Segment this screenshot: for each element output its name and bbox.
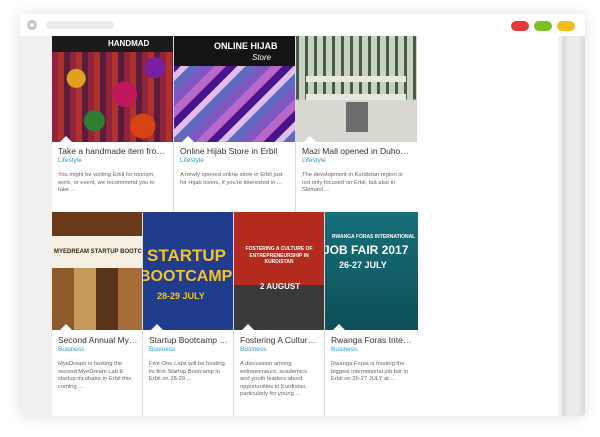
vertical-scrollbar[interactable]	[562, 36, 585, 416]
thumbnail-caption-line2: BOOTCAMP	[143, 268, 233, 285]
article-card[interactable]: RWANGA FORAS INTERNATIONAL JOB FAIR 2017…	[325, 212, 418, 416]
article-title[interactable]: Mazi Mall opened in Duhok, Ku...	[302, 146, 413, 156]
article-title[interactable]: Online Hijab Store in Erbil	[180, 146, 291, 156]
article-thumbnail[interactable]	[296, 36, 417, 142]
thumbnail-caption: FOSTERING A CULTURE OF ENTREPRENEURSHIP …	[245, 246, 313, 265]
article-card[interactable]: MYEDREAM STARTUP BOOTC Second Annual Mye…	[52, 212, 142, 416]
card-notch	[60, 324, 72, 330]
thumbnail-subcaption: 26-27 JULY	[339, 260, 387, 270]
thumbnail-caption-line2: JOB FAIR 2017	[325, 243, 409, 257]
article-thumbnail[interactable]: RWANGA FORAS INTERNATIONAL JOB FAIR 2017…	[325, 212, 418, 330]
article-card[interactable]: Mazi Mall opened in Duhok, Ku... Lifesty…	[296, 36, 417, 212]
article-title[interactable]: Take a handmade item from Er...	[58, 146, 169, 156]
article-category[interactable]: Lifestyle	[180, 157, 204, 164]
article-card[interactable]: FOSTERING A CULTURE OF ENTREPRENEURSHIP …	[234, 212, 324, 416]
article-card[interactable]: HANDMAD Take a handmade item from Er... …	[52, 36, 173, 212]
article-title[interactable]: Fostering A Culture of...	[240, 335, 320, 345]
article-thumbnail[interactable]: STARTUP BOOTCAMP 28-29 JULY	[143, 212, 233, 330]
article-description: Five One Labs will be hosting its first …	[149, 361, 225, 383]
browser-viewport: HANDMAD Take a handmade item from Er... …	[20, 36, 585, 416]
card-notch	[151, 324, 163, 330]
article-category[interactable]: Business	[58, 346, 84, 353]
maximize-control[interactable]	[534, 21, 552, 31]
article-description: MyeDream is hosting the second MyeDream …	[58, 361, 132, 390]
article-card[interactable]: ONLINE HIJAB Store Online Hijab Store in…	[174, 36, 295, 212]
article-description: You might be visiting Erbil for tourism,…	[58, 172, 155, 194]
thumbnail-subcaption: Store	[252, 53, 272, 62]
card-notch	[242, 324, 254, 330]
article-description: A discussion among entrepreneurs, academ…	[240, 361, 308, 398]
article-category[interactable]: Business	[240, 346, 266, 353]
article-description: The development in Kurdistan region is n…	[302, 172, 403, 194]
browser-window: HANDMAD Take a handmade item from Er... …	[20, 14, 585, 416]
article-category[interactable]: Lifestyle	[58, 157, 82, 164]
thumbnail-caption: RWANGA FORAS INTERNATIONAL	[332, 234, 416, 240]
article-title[interactable]: Rwanga Foras Interna...	[331, 335, 414, 345]
thumbnail-caption: STARTUP	[147, 246, 227, 265]
article-thumbnail[interactable]: HANDMAD	[52, 36, 173, 142]
article-title[interactable]: Startup Bootcamp 28-...	[149, 335, 229, 345]
article-category[interactable]: Business	[149, 346, 175, 353]
thumbnail-caption: ONLINE HIJAB	[214, 41, 278, 51]
thumbnail-subcaption: 2 AUGUST	[260, 282, 301, 291]
article-thumbnail[interactable]: MYEDREAM STARTUP BOOTC	[52, 212, 142, 330]
close-control[interactable]	[511, 21, 529, 31]
card-notch	[182, 136, 194, 142]
article-title[interactable]: Second Annual Myedr...	[58, 335, 138, 345]
card-notch	[304, 136, 316, 142]
thumbnail-caption: HANDMAD	[108, 39, 150, 48]
article-card[interactable]: STARTUP BOOTCAMP 28-29 JULY Startup Boot…	[143, 212, 233, 416]
settings-icon[interactable]	[27, 20, 37, 30]
thumbnail-subcaption: 28-29 JULY	[157, 291, 205, 301]
card-notch	[60, 136, 72, 142]
page-content: HANDMAD Take a handmade item from Er... …	[52, 36, 559, 416]
minimize-control[interactable]	[557, 21, 575, 31]
browser-toolbar	[20, 14, 585, 36]
article-category[interactable]: Business	[331, 346, 357, 353]
article-description: A newly opened online store in Erbil jus…	[180, 172, 283, 186]
article-thumbnail[interactable]: ONLINE HIJAB Store	[174, 36, 295, 142]
article-category[interactable]: Lifestyle	[302, 157, 326, 164]
address-bar[interactable]	[46, 21, 114, 29]
thumbnail-caption: MYEDREAM STARTUP BOOTC	[54, 249, 142, 255]
card-notch	[333, 324, 345, 330]
article-thumbnail[interactable]: FOSTERING A CULTURE OF ENTREPRENEURSHIP …	[234, 212, 324, 330]
article-description: Rwanga Foras is hosting the biggest inte…	[331, 361, 409, 383]
